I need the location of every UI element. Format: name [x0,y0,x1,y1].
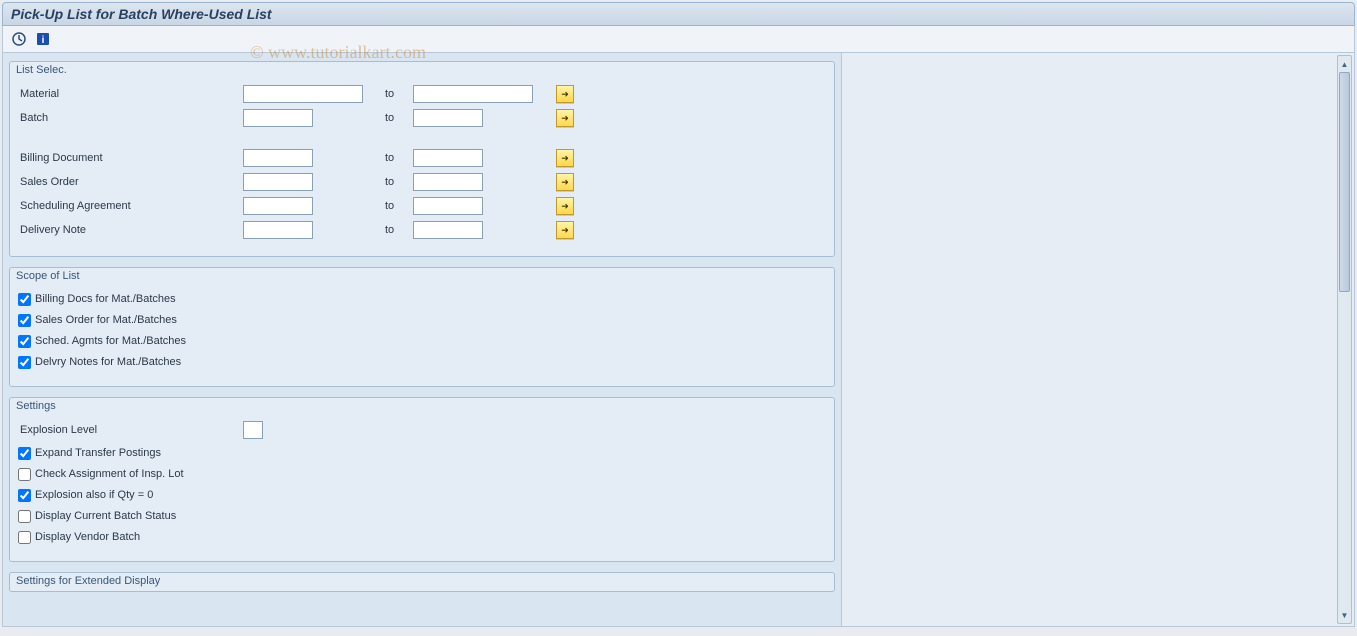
group-settings: Settings Explosion Level Expand Transfer… [9,397,835,562]
sched-agree-to-input[interactable] [413,197,483,215]
label-cb-sales-order: Sales Order for Mat./Batches [35,314,177,326]
sched-agree-from-input[interactable] [243,197,313,215]
multi-select-icon[interactable]: ➜ [556,85,574,103]
multi-select-icon[interactable]: ➜ [556,221,574,239]
group-title-extended: Settings for Extended Display [10,573,834,591]
label-cb-disp-batch-status: Display Current Batch Status [35,510,176,522]
multi-select-icon[interactable]: ➜ [556,197,574,215]
checkbox-check-assignment[interactable] [18,468,31,481]
checkbox-sales-order[interactable] [18,314,31,327]
material-to-input[interactable] [413,85,533,103]
multi-select-icon[interactable]: ➜ [556,149,574,167]
sales-order-to-input[interactable] [413,173,483,191]
label-cb-expand-transfer: Expand Transfer Postings [35,447,161,459]
delivery-note-from-input[interactable] [243,221,313,239]
label-explosion-level: Explosion Level [18,424,243,436]
material-from-input[interactable] [243,85,363,103]
application-toolbar: i [2,26,1355,53]
to-label: to [373,112,413,124]
to-label: to [373,176,413,188]
batch-to-input[interactable] [413,109,483,127]
multi-select-icon[interactable]: ➜ [556,109,574,127]
group-scope: Scope of List Billing Docs for Mat./Batc… [9,267,835,387]
label-material: Material [18,88,243,100]
billing-doc-from-input[interactable] [243,149,313,167]
label-billing-doc: Billing Document [18,152,243,164]
scroll-down-icon[interactable]: ▼ [1339,608,1350,622]
label-cb-delvry-notes: Delvry Notes for Mat./Batches [35,356,181,368]
batch-from-input[interactable] [243,109,313,127]
group-title-settings: Settings [10,398,834,416]
label-cb-sched-agmts: Sched. Agmts for Mat./Batches [35,335,186,347]
group-extended: Settings for Extended Display [9,572,835,592]
scrollbar-thumb[interactable] [1339,72,1350,292]
vertical-scrollbar[interactable]: ▲ ▼ [1337,55,1352,624]
label-sales-order: Sales Order [18,176,243,188]
page-title: Pick-Up List for Batch Where-Used List [11,6,1346,22]
delivery-note-to-input[interactable] [413,221,483,239]
group-title-scope: Scope of List [10,268,834,286]
label-cb-check-assignment: Check Assignment of Insp. Lot [35,468,184,480]
label-cb-billing-docs: Billing Docs for Mat./Batches [35,293,176,305]
multi-select-icon[interactable]: ➜ [556,173,574,191]
to-label: to [373,224,413,236]
to-label: to [373,88,413,100]
group-title-list-selec: List Selec. [10,62,834,80]
label-cb-explosion-qty0: Explosion also if Qty = 0 [35,489,153,501]
title-bar: Pick-Up List for Batch Where-Used List [2,2,1355,26]
info-icon[interactable]: i [33,30,53,48]
billing-doc-to-input[interactable] [413,149,483,167]
checkbox-sched-agmts[interactable] [18,335,31,348]
right-empty-pane: ▲ ▼ [842,53,1355,627]
label-batch: Batch [18,112,243,124]
label-delivery-note: Delivery Note [18,224,243,236]
execute-icon[interactable] [9,30,29,48]
checkbox-disp-vendor-batch[interactable] [18,531,31,544]
label-sched-agree: Scheduling Agreement [18,200,243,212]
checkbox-expand-transfer[interactable] [18,447,31,460]
checkbox-disp-batch-status[interactable] [18,510,31,523]
checkbox-delvry-notes[interactable] [18,356,31,369]
sales-order-from-input[interactable] [243,173,313,191]
svg-text:i: i [42,35,45,46]
explosion-level-input[interactable] [243,421,263,439]
scroll-up-icon[interactable]: ▲ [1339,57,1350,71]
to-label: to [373,200,413,212]
label-cb-disp-vendor-batch: Display Vendor Batch [35,531,140,543]
selection-screen: List Selec. Material to ➜ Batch to ➜ [2,53,842,627]
to-label: to [373,152,413,164]
checkbox-billing-docs[interactable] [18,293,31,306]
group-list-selec: List Selec. Material to ➜ Batch to ➜ [9,61,835,257]
checkbox-explosion-qty0[interactable] [18,489,31,502]
